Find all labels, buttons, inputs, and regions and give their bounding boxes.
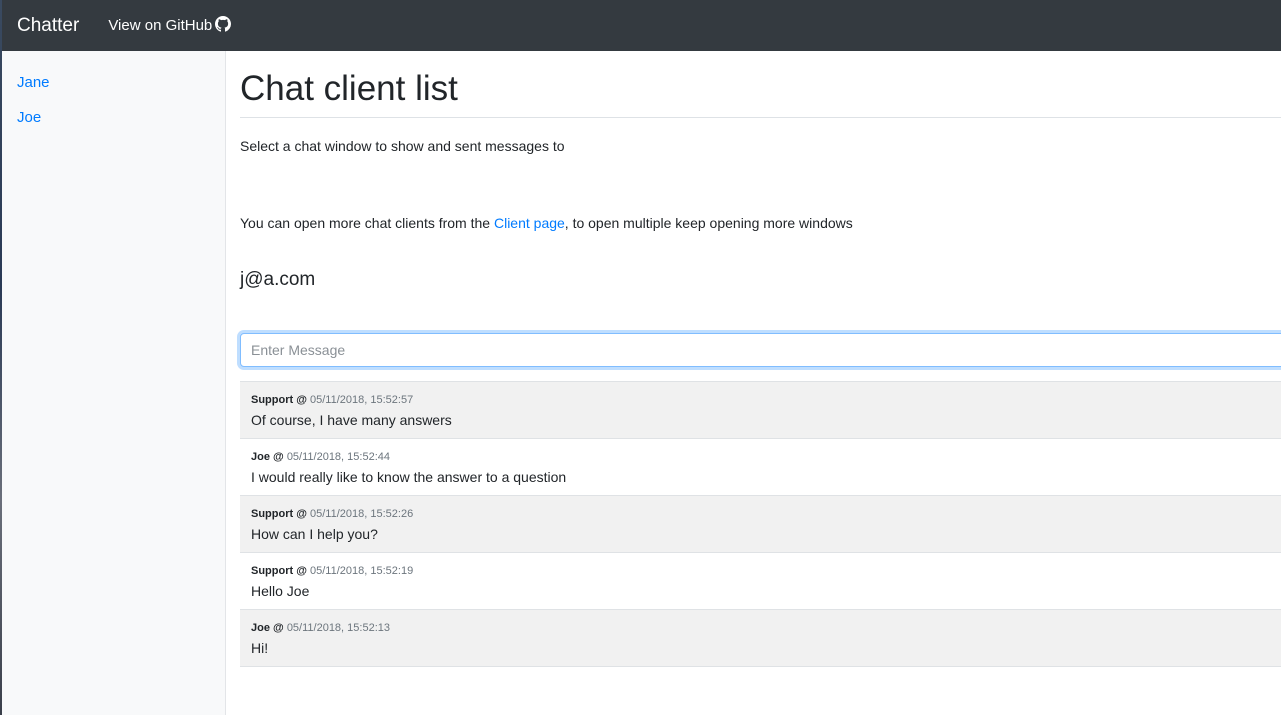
message-item: Support @ 05/11/2018, 15:52:19 Hello Joe	[240, 552, 1281, 609]
message-item: Joe @ 05/11/2018, 15:52:44 I would reall…	[240, 438, 1281, 495]
message-author: Joe	[251, 622, 270, 634]
github-link[interactable]: View on GitHub	[108, 15, 232, 34]
message-list: Support @ 05/11/2018, 15:52:57 Of course…	[240, 381, 1281, 667]
top-navbar: Chatter View on GitHub	[2, 0, 1281, 51]
message-meta: Support @ 05/11/2018, 15:52:57	[251, 394, 413, 406]
message-item: Joe @ 05/11/2018, 15:52:13 Hi!	[240, 609, 1281, 667]
message-separator: @	[269, 451, 287, 463]
message-text: Hello Joe	[251, 583, 310, 599]
message-separator: @	[293, 394, 311, 406]
message-timestamp: 05/11/2018, 15:52:57	[310, 394, 414, 406]
message-text: Of course, I have many answers	[251, 412, 452, 428]
message-author: Support	[251, 508, 294, 520]
github-link-label: View on GitHub	[108, 17, 213, 34]
message-timestamp: 05/11/2018, 15:52:26	[310, 508, 414, 520]
message-author: Support	[251, 565, 294, 577]
message-separator: @	[293, 565, 311, 577]
message-timestamp: 05/11/2018, 15:52:13	[286, 622, 390, 634]
client-page-link[interactable]: Client page	[494, 215, 565, 231]
message-meta: Support @ 05/11/2018, 15:52:19	[251, 565, 413, 577]
message-author: Support	[251, 394, 294, 406]
sidebar: Jane Joe	[2, 51, 226, 715]
message-meta: Joe @ 05/11/2018, 15:52:13	[251, 622, 390, 634]
message-timestamp: 05/11/2018, 15:52:44	[286, 451, 390, 463]
github-icon	[215, 15, 232, 32]
client-note-prefix: You can open more chat clients from the	[240, 215, 494, 231]
message-text: Hi!	[251, 640, 269, 656]
message-text: I would really like to know the answer t…	[251, 469, 567, 485]
client-note: You can open more chat clients from the …	[240, 215, 853, 231]
message-item: Support @ 05/11/2018, 15:52:26 How can I…	[240, 495, 1281, 552]
message-separator: @	[269, 622, 287, 634]
message-meta: Support @ 05/11/2018, 15:52:26	[251, 508, 413, 520]
message-meta: Joe @ 05/11/2018, 15:52:44	[251, 451, 390, 463]
brand-logo[interactable]: Chatter	[17, 15, 79, 37]
client-note-suffix: , to open multiple keep opening more win…	[564, 215, 853, 231]
page-title: Chat client list	[240, 69, 458, 108]
intro-text: Select a chat window to show and sent me…	[240, 138, 565, 154]
sidebar-item-joe[interactable]: Joe	[17, 109, 41, 126]
message-input[interactable]	[240, 333, 1281, 367]
sidebar-item-jane[interactable]: Jane	[17, 74, 50, 91]
message-text: How can I help you?	[251, 526, 378, 542]
message-item: Support @ 05/11/2018, 15:52:57 Of course…	[240, 381, 1281, 438]
user-email: j@a.com	[240, 269, 316, 290]
title-divider	[240, 117, 1281, 118]
message-author: Joe	[251, 451, 270, 463]
message-separator: @	[293, 508, 311, 520]
message-timestamp: 05/11/2018, 15:52:19	[310, 565, 414, 577]
